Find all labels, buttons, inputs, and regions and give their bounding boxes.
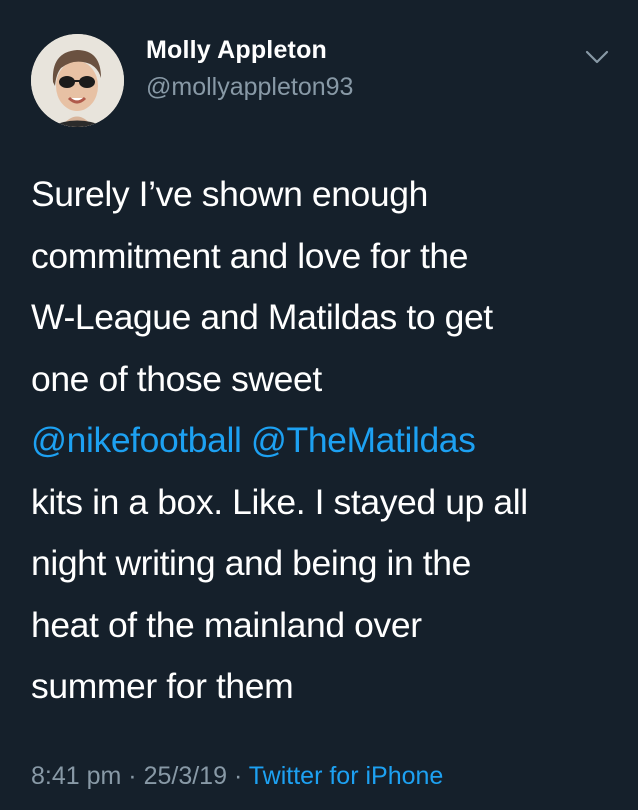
tweet-line: heat of the mainland over bbox=[31, 604, 422, 645]
tweet-mentions-line: @nikefootball @TheMatildas bbox=[31, 410, 611, 472]
chevron-down-icon[interactable] bbox=[582, 42, 612, 72]
tweet-line: commitment and love for the bbox=[31, 235, 469, 276]
tweet-meta: 8:41 pm · 25/3/19 · Twitter for iPhone bbox=[31, 762, 443, 791]
tweet-line: night writing and being in the bbox=[31, 543, 471, 583]
mention-thematildas[interactable]: @TheMatildas bbox=[251, 420, 476, 460]
tweet-card[interactable]: Molly Appleton @mollyappleton93 Surely I… bbox=[0, 0, 638, 810]
meta-separator: · bbox=[128, 762, 137, 790]
author-name[interactable]: Molly Appleton bbox=[146, 36, 327, 65]
tweet-line: summer for them bbox=[31, 666, 294, 706]
tweet-line: Surely I’ve shown enough bbox=[31, 174, 428, 214]
tweet-source-link[interactable]: Twitter for iPhone bbox=[249, 762, 444, 790]
avatar-image bbox=[31, 34, 124, 127]
tweet-date[interactable]: 25/3/19 bbox=[144, 762, 227, 790]
tweet-line: one of those sweet bbox=[31, 358, 322, 399]
tweet-line: W-League and Matildas to get bbox=[31, 297, 493, 337]
tweet-line: kits in a box. Like. I stayed up all bbox=[31, 481, 528, 522]
avatar[interactable] bbox=[31, 34, 124, 127]
tweet-time[interactable]: 8:41 pm bbox=[31, 762, 121, 790]
mention-nikefootball[interactable]: @nikefootball bbox=[31, 420, 242, 460]
tweet-text: Surely I’ve shown enough commitment and … bbox=[31, 164, 611, 718]
author-handle[interactable]: @mollyappleton93 bbox=[146, 73, 353, 102]
meta-separator: · bbox=[233, 762, 243, 790]
